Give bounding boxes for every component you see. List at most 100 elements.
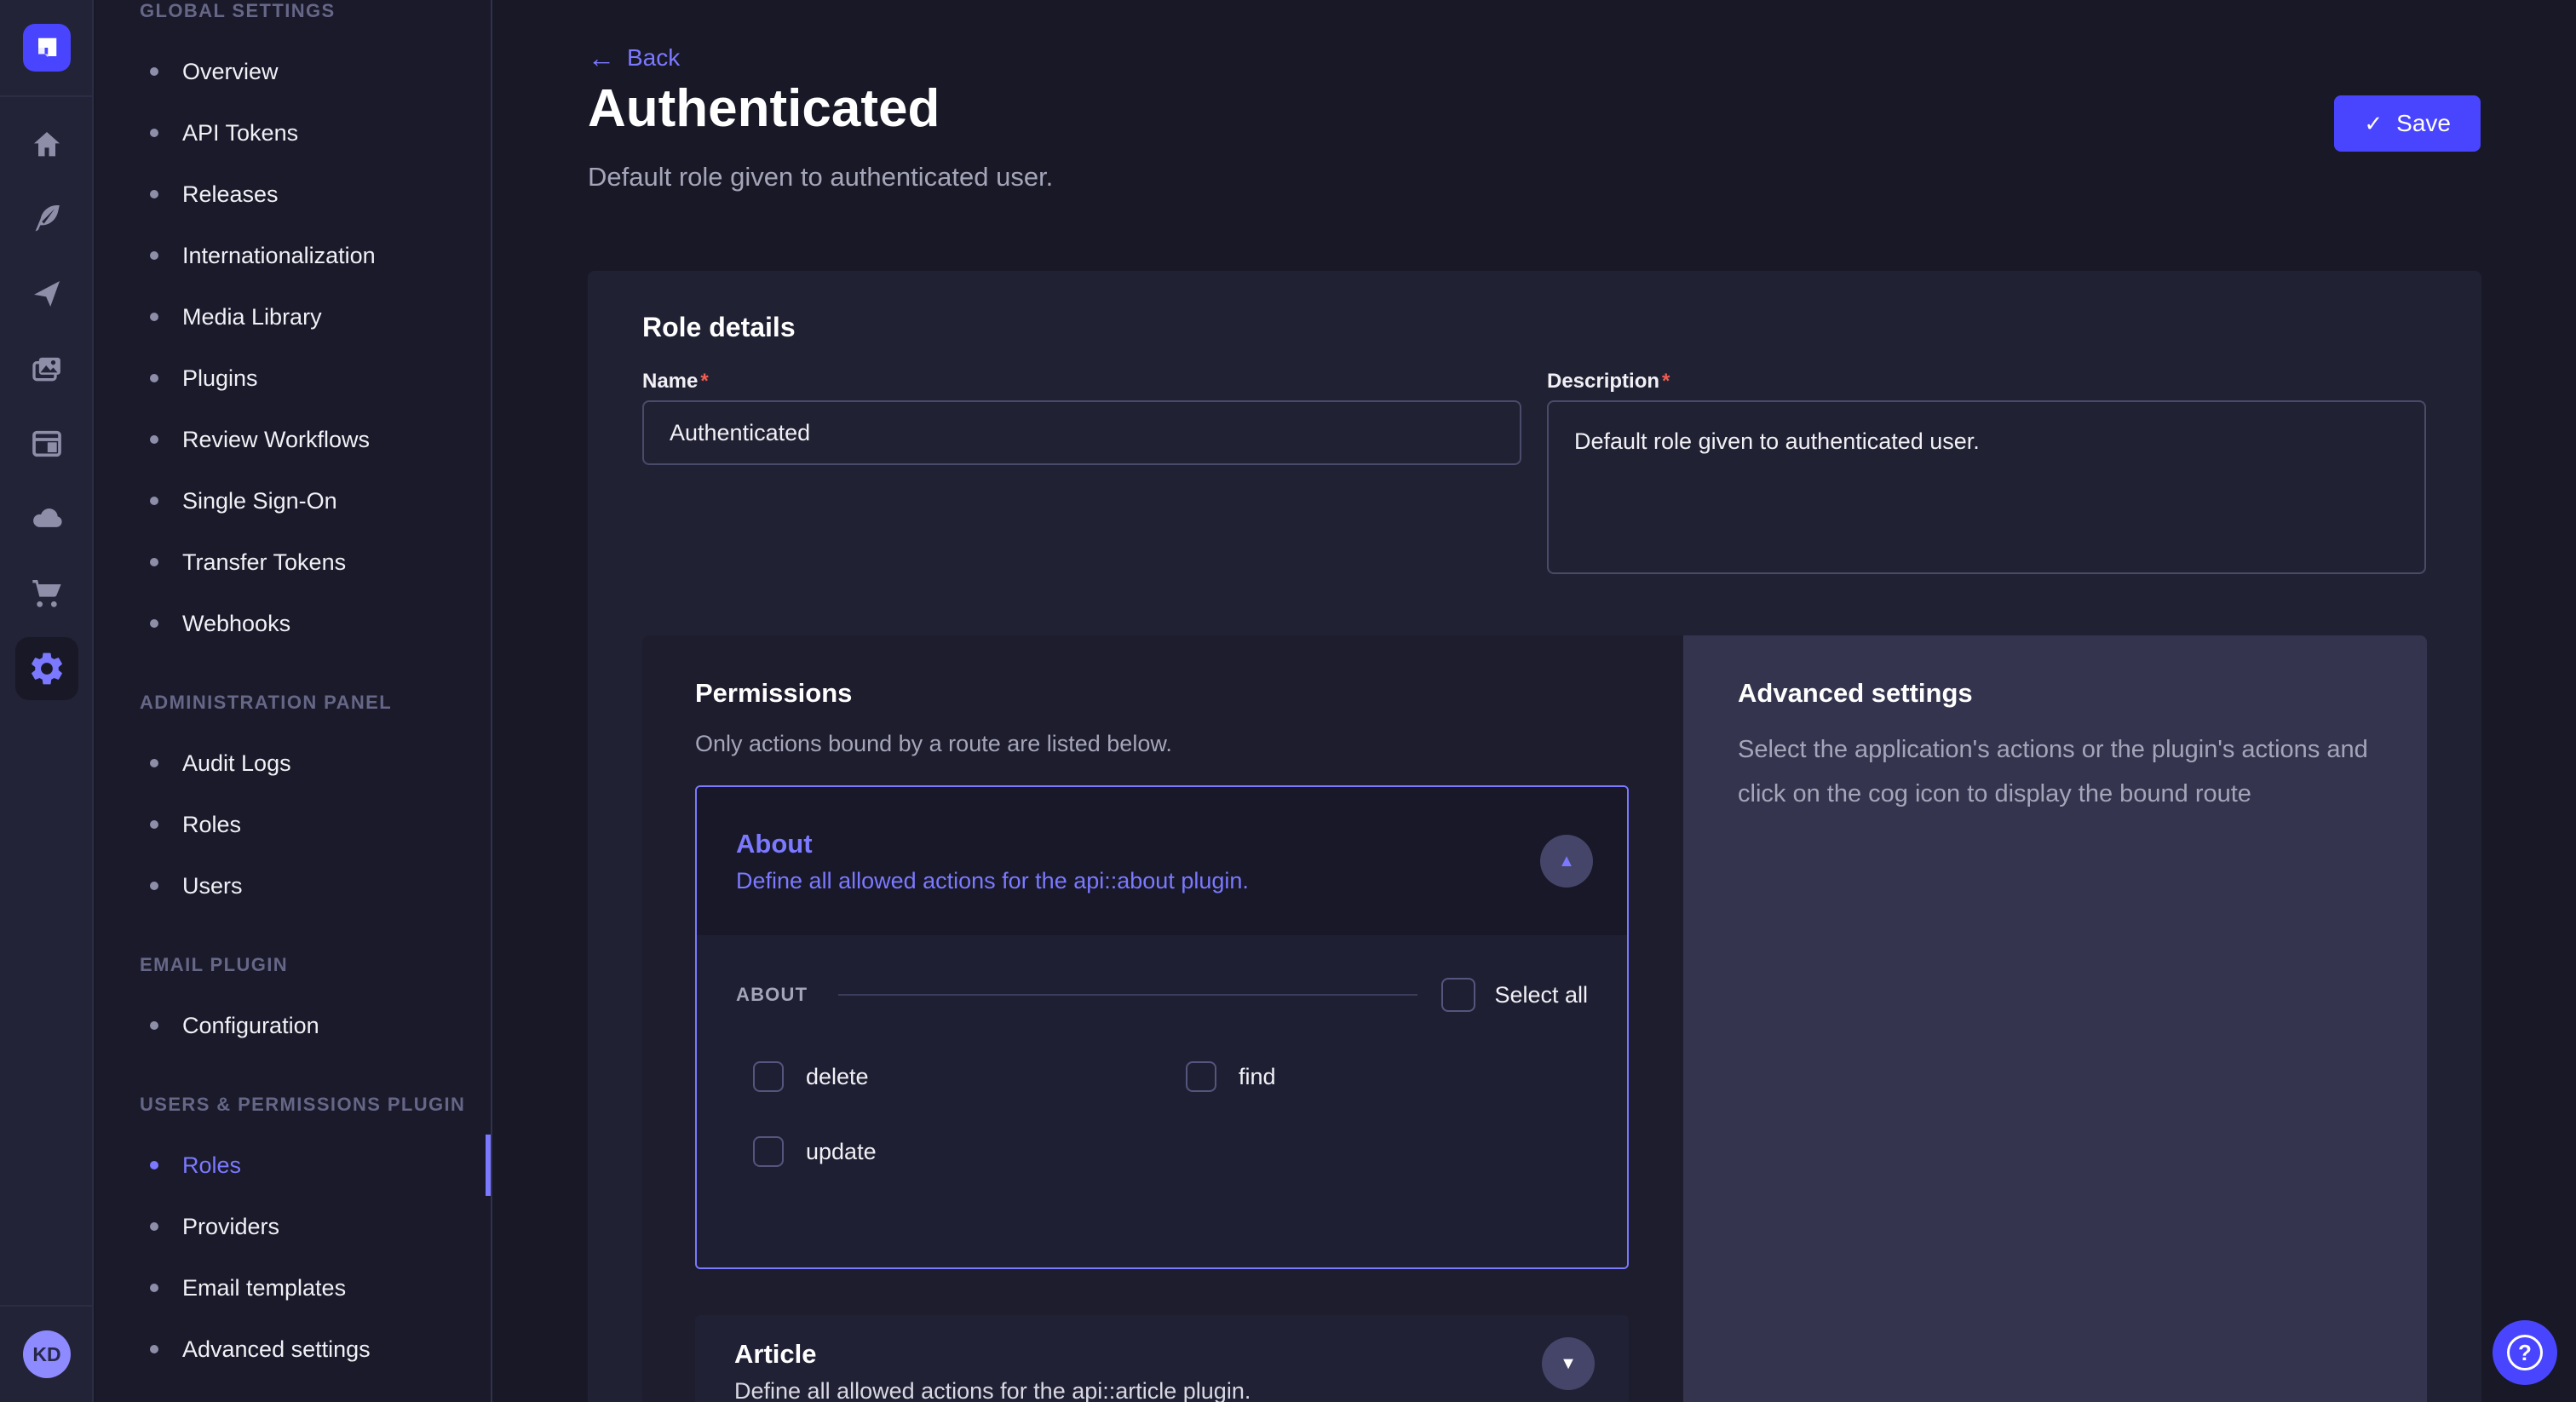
subnav-section-email-plugin: EMAIL PLUGIN bbox=[140, 954, 491, 976]
home-icon[interactable] bbox=[29, 127, 65, 163]
find-checkbox[interactable] bbox=[1186, 1061, 1216, 1092]
update-checkbox[interactable] bbox=[753, 1136, 784, 1167]
role-details-card: Role details Name* Description* Default … bbox=[588, 271, 2481, 1402]
accordion-article-header[interactable]: Article Define all allowed actions for t… bbox=[695, 1315, 1629, 1402]
content-type-builder-icon[interactable] bbox=[29, 200, 65, 236]
back-arrow-icon: ← bbox=[588, 44, 615, 72]
main-nav-rail: KD bbox=[0, 0, 94, 1402]
bullet-icon bbox=[150, 1161, 158, 1169]
cloud-icon[interactable] bbox=[29, 500, 65, 536]
paper-plane-icon[interactable] bbox=[29, 276, 65, 312]
sidebar-item-review-workflows[interactable]: Review Workflows bbox=[95, 409, 491, 470]
bullet-icon bbox=[150, 129, 158, 137]
sidebar-item-api-tokens[interactable]: API Tokens bbox=[95, 102, 491, 164]
advanced-settings-body: Select the application's actions or the … bbox=[1738, 727, 2381, 816]
bullet-icon bbox=[150, 820, 158, 829]
rail-divider bbox=[0, 95, 92, 97]
rail-divider bbox=[0, 1305, 92, 1307]
permissions-heading: Permissions bbox=[695, 678, 852, 709]
page-subtitle: Default role given to authenticated user… bbox=[588, 162, 1053, 192]
sidebar-item-configuration[interactable]: Configuration bbox=[95, 995, 491, 1056]
sidebar-item-webhooks[interactable]: Webhooks bbox=[95, 593, 491, 654]
media-library-icon[interactable] bbox=[29, 352, 65, 388]
settings-icon-active[interactable] bbox=[15, 637, 78, 700]
permissions-panel: Permissions Only actions bound by a rout… bbox=[642, 635, 1683, 1402]
role-description-textarea[interactable]: Default role given to authenticated user… bbox=[1547, 400, 2426, 574]
about-group-label: ABOUT bbox=[736, 984, 808, 1006]
required-asterisk: * bbox=[700, 370, 708, 393]
accordion-article: Article Define all allowed actions for t… bbox=[695, 1315, 1629, 1402]
sidebar-item-audit-logs[interactable]: Audit Logs bbox=[95, 733, 491, 794]
select-all-checkbox[interactable] bbox=[1441, 978, 1475, 1012]
collapse-button[interactable]: ▲ bbox=[1540, 835, 1593, 888]
sidebar-item-admin-roles[interactable]: Roles bbox=[95, 794, 491, 855]
bullet-icon bbox=[150, 1345, 158, 1353]
user-avatar[interactable]: KD bbox=[23, 1330, 71, 1378]
required-asterisk: * bbox=[1662, 370, 1670, 393]
delete-checkbox[interactable] bbox=[753, 1061, 784, 1092]
sidebar-item-email-templates[interactable]: Email templates bbox=[95, 1257, 491, 1319]
bullet-icon bbox=[150, 251, 158, 260]
accordion-about-body: ABOUT Select all delete find update bbox=[697, 935, 1627, 1269]
back-label: Back bbox=[627, 44, 680, 72]
role-details-heading: Role details bbox=[642, 312, 796, 343]
accordion-article-description: Define all allowed actions for the api::… bbox=[734, 1378, 1629, 1402]
bullet-icon bbox=[150, 190, 158, 198]
permission-update-row: update bbox=[753, 1136, 877, 1167]
bullet-icon bbox=[150, 67, 158, 76]
sidebar-item-providers[interactable]: Providers bbox=[95, 1196, 491, 1257]
about-group-row: ABOUT Select all bbox=[736, 976, 1588, 1014]
strapi-logo[interactable] bbox=[23, 24, 71, 72]
sidebar-item-advanced-settings[interactable]: Advanced settings bbox=[95, 1319, 491, 1380]
select-all-label[interactable]: Select all bbox=[1494, 982, 1588, 1008]
layout-icon[interactable] bbox=[29, 426, 65, 462]
sidebar-item-media-library[interactable]: Media Library bbox=[95, 286, 491, 348]
sidebar-item-up-roles-active[interactable]: Roles bbox=[95, 1135, 491, 1196]
find-label[interactable]: find bbox=[1239, 1064, 1276, 1090]
strapi-logo-icon bbox=[34, 35, 60, 60]
page-title: Authenticated bbox=[588, 78, 940, 139]
name-field-label: Name* bbox=[642, 370, 709, 394]
subnav-section-administration-panel: ADMINISTRATION PANEL bbox=[140, 692, 491, 714]
delete-label[interactable]: delete bbox=[806, 1064, 869, 1090]
help-button[interactable]: ? bbox=[2493, 1320, 2557, 1385]
bullet-icon bbox=[150, 497, 158, 505]
chevron-up-icon: ▲ bbox=[1558, 852, 1575, 871]
sidebar-item-internationalization[interactable]: Internationalization bbox=[95, 225, 491, 286]
role-name-input[interactable] bbox=[642, 400, 1521, 465]
subnav-section-global-settings: GLOBAL SETTINGS bbox=[140, 0, 491, 22]
expand-button[interactable]: ▼ bbox=[1542, 1337, 1595, 1390]
bullet-icon bbox=[150, 759, 158, 767]
permissions-subtitle: Only actions bound by a route are listed… bbox=[695, 731, 1172, 757]
marketplace-cart-icon[interactable] bbox=[29, 575, 65, 611]
sidebar-item-plugins[interactable]: Plugins bbox=[95, 348, 491, 409]
accordion-about: About Define all allowed actions for the… bbox=[695, 785, 1629, 1269]
permission-delete-row: delete bbox=[753, 1061, 869, 1092]
save-button[interactable]: ✓ Save bbox=[2334, 95, 2481, 152]
update-label[interactable]: update bbox=[806, 1139, 877, 1165]
accordion-about-title: About bbox=[736, 829, 1627, 859]
sidebar-item-releases[interactable]: Releases bbox=[95, 164, 491, 225]
save-button-label: Save bbox=[2396, 110, 2451, 137]
bullet-icon bbox=[150, 374, 158, 382]
bullet-icon bbox=[150, 619, 158, 628]
bullet-icon bbox=[150, 1284, 158, 1292]
settings-subnav: GLOBAL SETTINGS Overview API Tokens Rele… bbox=[95, 0, 492, 1402]
advanced-settings-heading: Advanced settings bbox=[1738, 678, 1973, 709]
accordion-about-header[interactable]: About Define all allowed actions for the… bbox=[697, 787, 1627, 935]
subnav-section-users-permissions-plugin: USERS & PERMISSIONS PLUGIN bbox=[140, 1094, 491, 1116]
sidebar-item-transfer-tokens[interactable]: Transfer Tokens bbox=[95, 531, 491, 593]
sidebar-item-single-sign-on[interactable]: Single Sign-On bbox=[95, 470, 491, 531]
sidebar-item-overview[interactable]: Overview bbox=[95, 41, 491, 102]
chevron-down-icon: ▼ bbox=[1560, 1354, 1577, 1374]
back-link[interactable]: ← Back bbox=[588, 41, 680, 75]
advanced-settings-panel: Advanced settings Select the application… bbox=[1683, 635, 2427, 1402]
bullet-icon bbox=[150, 882, 158, 890]
permission-find-row: find bbox=[1186, 1061, 1276, 1092]
bullet-icon bbox=[150, 558, 158, 566]
description-field-label: Description* bbox=[1547, 370, 1670, 394]
check-icon: ✓ bbox=[2364, 111, 2383, 137]
bullet-icon bbox=[150, 435, 158, 444]
question-mark-icon: ? bbox=[2507, 1335, 2543, 1370]
sidebar-item-users[interactable]: Users bbox=[95, 855, 491, 916]
